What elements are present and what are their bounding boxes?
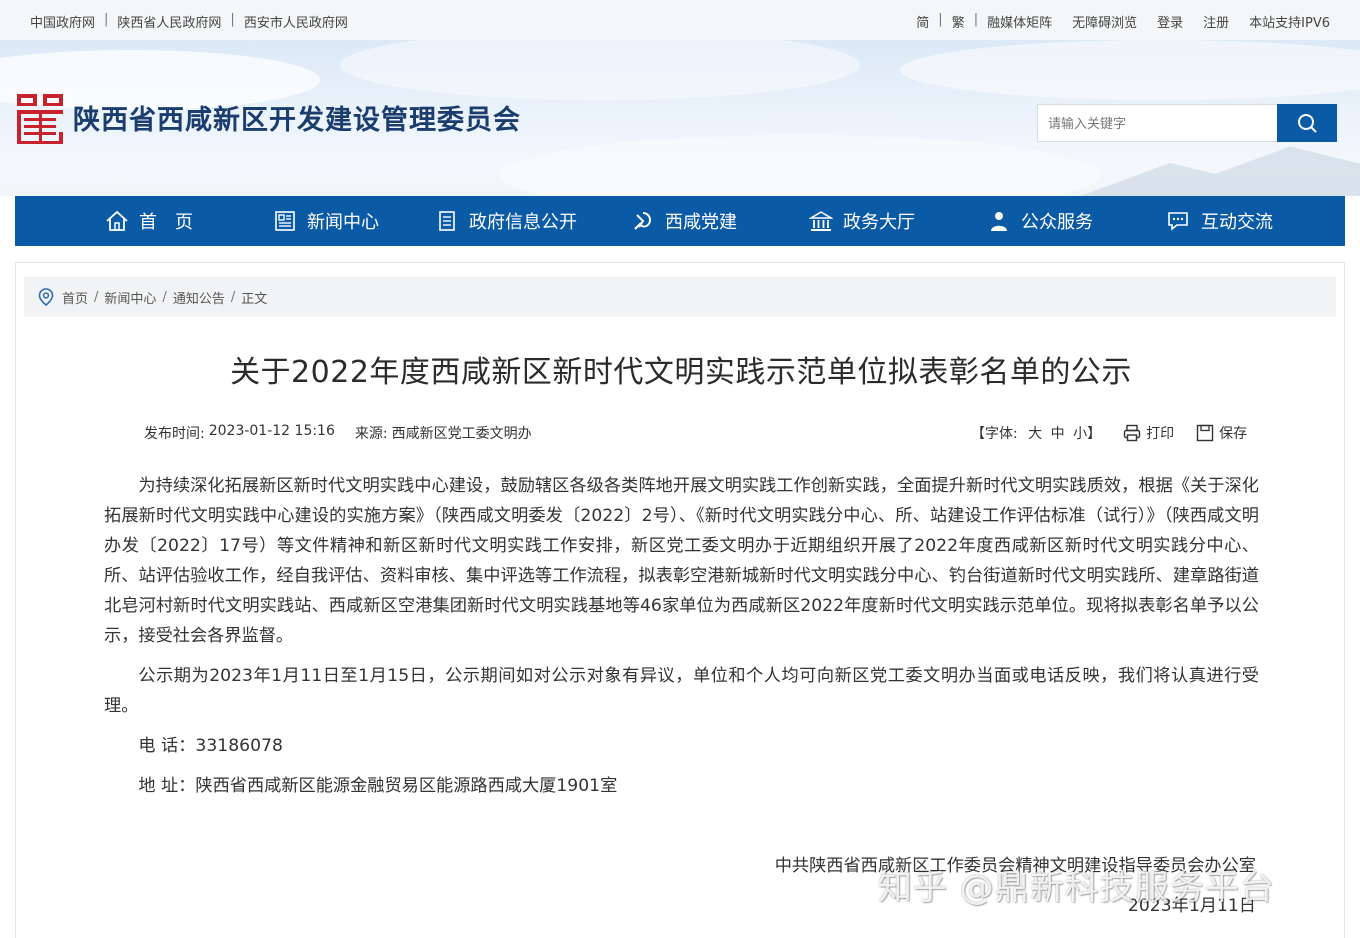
breadcrumb-separator: / xyxy=(94,289,99,305)
nav-label: 互动交流 xyxy=(1201,212,1273,233)
font-size-prefix: 【字体: xyxy=(971,426,1018,442)
divider: | xyxy=(938,12,943,27)
breadcrumb-news[interactable]: 新闻中心 xyxy=(104,288,156,307)
save-button[interactable]: 保存 xyxy=(1196,423,1247,443)
nav-label: 新闻中心 xyxy=(307,212,379,233)
divider: | xyxy=(973,12,979,27)
breadcrumb-current: 正文 xyxy=(241,291,268,307)
link-traditional[interactable]: 繁 xyxy=(952,12,965,31)
link-register[interactable]: 注册 xyxy=(1203,12,1229,31)
breadcrumb-separator: / xyxy=(230,289,236,305)
divider: | xyxy=(230,12,235,27)
nav-item-news[interactable]: 新闻中心 xyxy=(273,208,379,234)
font-medium-button[interactable]: 中 xyxy=(1051,426,1065,442)
content-panel: 首页 / 新闻中心 / 通知公告 / 正文 关于2022年度西咸新区新时代文明实… xyxy=(15,262,1345,938)
cloud-decoration xyxy=(900,40,1360,100)
print-label: 打印 xyxy=(1146,426,1175,442)
font-small-button[interactable]: 小】 xyxy=(1073,426,1101,442)
print-button[interactable]: 打印 xyxy=(1123,423,1174,443)
nav-item-service-hall[interactable]: 政务大厅 xyxy=(809,208,915,234)
party-emblem-icon xyxy=(634,212,652,230)
home-icon xyxy=(106,210,128,231)
nav-item-gov-info[interactable]: 政府信息公开 xyxy=(435,208,577,234)
article-meta: 发布时间: 2023-01-12 15:16 来源: 西咸新区党工委文明办 xyxy=(144,423,532,443)
search-box xyxy=(1037,104,1337,142)
source-label: 来源: xyxy=(354,426,388,442)
watermark: 知乎 @鼎新科技服务平台 xyxy=(878,868,1275,908)
link-media-matrix[interactable]: 融媒体矩阵 xyxy=(987,12,1052,31)
search-button[interactable] xyxy=(1277,104,1337,142)
government-building-icon xyxy=(809,211,833,231)
nav-label: 政务大厅 xyxy=(843,212,915,233)
document-list-icon xyxy=(439,211,455,231)
newspaper-icon xyxy=(275,211,295,231)
link-login[interactable]: 登录 xyxy=(1157,12,1183,31)
logo-icon xyxy=(17,94,63,144)
search-icon xyxy=(1298,114,1317,133)
nav-item-home[interactable]: 首 页 xyxy=(105,208,193,234)
search-input[interactable] xyxy=(1037,104,1277,142)
article-title: 关于2022年度西咸新区新时代文明实践示范单位拟表彰名单的公示 xyxy=(230,355,1132,390)
printer-icon xyxy=(1123,424,1141,442)
breadcrumb: 首页 / 新闻中心 / 通知公告 / 正文 xyxy=(24,277,1336,317)
font-large-button[interactable]: 大 xyxy=(1028,426,1042,442)
publish-time-label: 发布时间: xyxy=(144,426,205,442)
nav-item-party[interactable]: 西咸党建 xyxy=(631,208,737,234)
nav-label: 政府信息公开 xyxy=(469,212,577,233)
link-simplified[interactable]: 简 xyxy=(916,12,929,31)
site-title: 陕西省西咸新区开发建设管理委员会 xyxy=(73,105,521,136)
article-body: 为持续深化拓展新区新时代文明实践中心建设，鼓励辖区各级各类阵地开展文明实践工作创… xyxy=(104,471,1259,801)
chat-icon xyxy=(1168,212,1188,231)
breadcrumb-separator: / xyxy=(162,289,167,305)
contact-address: 地 址：陕西省西咸新区能源金融贸易区能源路西咸大厦1901室 xyxy=(138,776,618,796)
top-link-bar: 中国政府网 | 陕西省人民政府网 | 西安市人民政府网 简 | 繁 | 融媒体矩… xyxy=(0,0,1360,40)
nav-label: 公众服务 xyxy=(1021,212,1093,233)
link-xian-gov[interactable]: 西安市人民政府网 xyxy=(244,12,348,31)
publish-time: 2023-01-12 15:16 xyxy=(208,423,335,439)
divider: | xyxy=(104,12,109,27)
link-china-gov[interactable]: 中国政府网 xyxy=(30,12,95,31)
article-tools: 【字体: 大 中 小】 打印 保存 xyxy=(971,423,1247,443)
link-shaanxi-gov[interactable]: 陕西省人民政府网 xyxy=(117,12,221,31)
cloud-decoration xyxy=(500,135,1100,196)
nav-label: 西咸党建 xyxy=(665,212,737,233)
save-label: 保存 xyxy=(1219,426,1248,442)
main-nav: 首 页 新闻中心 政府信息公开 西咸党建 政务大厅 公众服务 互动交流 xyxy=(15,196,1345,246)
link-accessibility[interactable]: 无障碍浏览 xyxy=(1072,12,1137,31)
location-pin-icon xyxy=(38,288,54,306)
paragraph-publicity-period: 公示期为2023年1月11日至1月15日，公示期间如对公示对象有异议，单位和个人… xyxy=(104,666,1259,716)
site-header: 陕西省西咸新区开发建设管理委员会 xyxy=(0,40,1360,196)
font-size-control: 【字体: 大 中 小】 xyxy=(971,423,1101,443)
nav-label: 首 页 xyxy=(139,212,193,233)
nav-item-public-service[interactable]: 公众服务 xyxy=(987,208,1093,234)
link-ipv6[interactable]: 本站支持IPV6 xyxy=(1249,12,1330,31)
external-links: 中国政府网 | 陕西省人民政府网 | 西安市人民政府网 xyxy=(30,12,348,31)
contact-phone: 电 话：33186078 xyxy=(138,736,283,756)
nav-item-interaction[interactable]: 互动交流 xyxy=(1165,208,1273,234)
breadcrumb-notices[interactable]: 通知公告 xyxy=(173,288,225,307)
source-value: 西咸新区党工委文明办 xyxy=(391,426,532,442)
mountain-decoration xyxy=(1080,146,1360,196)
breadcrumb-home[interactable]: 首页 xyxy=(62,288,88,307)
person-icon xyxy=(991,212,1007,231)
save-icon xyxy=(1196,424,1214,442)
utility-links: 简 | 繁 | 融媒体矩阵 无障碍浏览 登录 注册 本站支持IPV6 xyxy=(916,12,1330,31)
paragraph-main: 为持续深化拓展新区新时代文明实践中心建设，鼓励辖区各级各类阵地开展文明实践工作创… xyxy=(104,476,1259,646)
cloud-decoration xyxy=(340,40,860,100)
